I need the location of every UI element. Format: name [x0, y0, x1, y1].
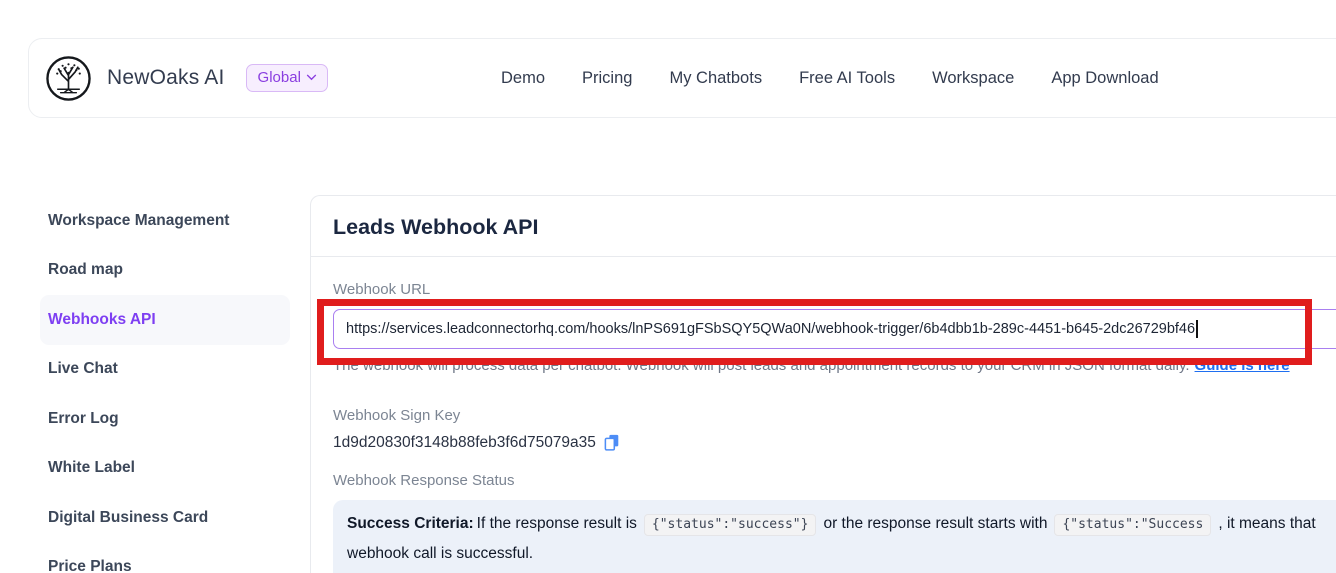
region-label: Global	[258, 69, 301, 86]
success-criteria-line1: Success Criteria:If the response result …	[347, 512, 1336, 537]
success-criteria-box: Success Criteria:If the response result …	[333, 500, 1336, 573]
sidebar-item-price-plans[interactable]: Price Plans	[40, 543, 290, 573]
global-region-dropdown[interactable]: Global	[246, 64, 328, 92]
criteria-text-2: or the response result starts with	[823, 515, 1047, 532]
page-title: Leads Webhook API	[333, 215, 1336, 240]
code-chip-success-lower: {"status":"success"}	[644, 514, 817, 536]
webhook-sign-key-row: 1d9d20830f3148b88feb3f6d75079a35	[333, 433, 1336, 452]
nav-item-app-download[interactable]: App Download	[1051, 69, 1158, 88]
nav-item-demo[interactable]: Demo	[501, 69, 545, 88]
success-criteria-prefix: Success Criteria:	[347, 515, 474, 532]
helper-text: The webhook will process data per chatbo…	[333, 357, 1190, 374]
webhook-url-label: Webhook URL	[333, 281, 1336, 298]
chevron-down-icon	[306, 74, 317, 81]
text-caret	[1196, 320, 1198, 338]
sidebar-item-white-label[interactable]: White Label	[40, 444, 290, 494]
main-nav: Demo Pricing My Chatbots Free AI Tools W…	[501, 39, 1159, 117]
tree-icon	[45, 55, 92, 102]
sidebar-item-error-log[interactable]: Error Log	[40, 394, 290, 444]
copy-button[interactable]	[603, 433, 620, 452]
panel-title-row: Leads Webhook API	[311, 196, 1336, 257]
newoaks-logo	[45, 55, 92, 102]
sidebar-item-live-chat[interactable]: Live Chat	[40, 345, 290, 395]
sidebar-item-webhooks-api[interactable]: Webhooks API	[40, 295, 290, 345]
nav-item-my-chatbots[interactable]: My Chatbots	[669, 69, 762, 88]
guide-link[interactable]: Guide is here	[1195, 357, 1290, 374]
webhook-sign-key-label: Webhook Sign Key	[333, 407, 1336, 424]
brand-name: NewOaks AI	[107, 66, 225, 90]
webhook-response-status-label: Webhook Response Status	[333, 472, 1336, 489]
success-criteria-line2: webhook call is successful.	[347, 542, 1336, 566]
nav-item-workspace[interactable]: Workspace	[932, 69, 1014, 88]
sidebar-item-digital-business-card[interactable]: Digital Business Card	[40, 493, 290, 543]
webhook-url-helper: The webhook will process data per chatbo…	[333, 357, 1336, 374]
nav-item-free-ai-tools[interactable]: Free AI Tools	[799, 69, 895, 88]
sidebar-item-workspace-management[interactable]: Workspace Management	[40, 196, 290, 246]
copy-icon	[603, 433, 620, 452]
nav-item-pricing[interactable]: Pricing	[582, 69, 632, 88]
webhook-url-input[interactable]: https://services.leadconnectorhq.com/hoo…	[333, 309, 1336, 349]
settings-sidebar: Workspace Management Road map Webhooks A…	[40, 196, 290, 573]
panel-body: Webhook URL https://services.leadconnect…	[311, 281, 1336, 573]
sidebar-item-road-map[interactable]: Road map	[40, 246, 290, 296]
criteria-text-1: If the response result is	[477, 515, 637, 532]
top-nav-bar: NewOaks AI Global Demo Pricing My Chatbo…	[28, 38, 1336, 118]
webhook-api-panel: Leads Webhook API Webhook URL https://se…	[310, 195, 1336, 573]
criteria-text-3: , it means that	[1218, 515, 1315, 532]
webhook-sign-key-value: 1d9d20830f3148b88feb3f6d75079a35	[333, 434, 596, 452]
code-chip-success-upper: {"status":"Success	[1054, 514, 1211, 536]
webhook-url-value: https://services.leadconnectorhq.com/hoo…	[346, 321, 1195, 337]
